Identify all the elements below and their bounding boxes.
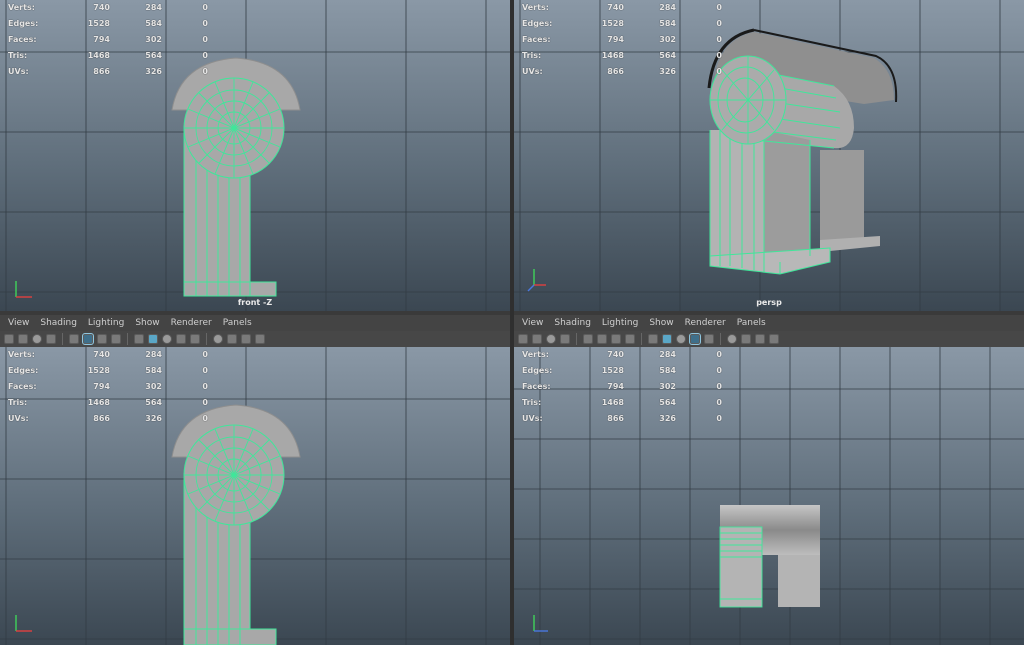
toolbar-divider — [576, 333, 577, 345]
grid-icon[interactable] — [583, 334, 593, 344]
panel-menubar: View Shading Lighting Show Renderer Pane… — [514, 315, 1024, 331]
axis-gizmo-icon — [15, 615, 32, 632]
viewport-side[interactable]: Verts: 740 284 0 Edges: 1528 584 0 Faces: 794 30… — [514, 347, 1024, 645]
toolbar-divider — [720, 333, 721, 345]
poly-count-hud: Verts: 740 284 0 Edges: 1528 584 0 Faces: 794 30… — [8, 350, 208, 423]
axis-gizmo-icon — [527, 269, 546, 292]
smooth-shade-icon[interactable] — [611, 334, 621, 344]
lock-icon[interactable] — [18, 334, 28, 344]
menu-panels[interactable]: Panels — [737, 318, 766, 328]
bookmark-icon[interactable] — [546, 334, 556, 344]
sphere-icon[interactable] — [727, 334, 737, 344]
exposure-icon[interactable] — [769, 334, 779, 344]
toolbar-divider — [62, 333, 63, 345]
film-gate-icon[interactable] — [227, 334, 237, 344]
axis-gizmo-icon — [533, 615, 548, 632]
panel-toolbar — [0, 331, 510, 348]
exposure-icon[interactable] — [255, 334, 265, 344]
grid-icon[interactable] — [69, 334, 79, 344]
texture-icon[interactable] — [625, 334, 635, 344]
wireframe-icon[interactable] — [597, 334, 607, 344]
texture-icon[interactable] — [111, 334, 121, 344]
toolbar-divider — [127, 333, 128, 345]
viewport-front[interactable]: Verts: 740 284 0 Edges: 1528 584 0 Faces: 794 30… — [0, 0, 510, 311]
bookmark-icon[interactable] — [32, 334, 42, 344]
pen-icon[interactable] — [560, 334, 570, 344]
menu-renderer[interactable]: Renderer — [685, 318, 726, 328]
viewport-front-2[interactable]: Verts: 740 284 0 Edges: 1528 584 0 Faces: 794 30… — [0, 347, 510, 645]
menu-show[interactable]: Show — [135, 318, 159, 328]
poly-count-hud: Verts: 740 284 0 Edges: 1528 584 0 Faces: 794 30… — [522, 3, 722, 76]
poly-count-hud: Verts: 740 284 0 Edges: 1528 584 0 Faces: 794 30… — [8, 3, 208, 76]
resolution-icon[interactable] — [704, 334, 714, 344]
menu-panels[interactable]: Panels — [223, 318, 252, 328]
pen-icon[interactable] — [46, 334, 56, 344]
panel-divider[interactable] — [510, 0, 514, 645]
sphere-icon[interactable] — [213, 334, 223, 344]
film-gate-icon[interactable] — [741, 334, 751, 344]
gamma-icon[interactable] — [755, 334, 765, 344]
gamma-icon[interactable] — [241, 334, 251, 344]
menu-shading[interactable]: Shading — [40, 318, 77, 328]
camera-label: front -Z — [237, 298, 273, 307]
light-icon[interactable] — [648, 334, 658, 344]
shadow-icon[interactable] — [662, 334, 672, 344]
light-icon[interactable] — [134, 334, 144, 344]
shadow-icon[interactable] — [148, 334, 158, 344]
camera-icon[interactable] — [4, 334, 14, 344]
toolbar-divider — [641, 333, 642, 345]
toolbar-divider — [206, 333, 207, 345]
resolution-icon[interactable] — [190, 334, 200, 344]
menu-lighting[interactable]: Lighting — [602, 318, 638, 328]
smooth-shade-icon[interactable] — [97, 334, 107, 344]
camera-icon[interactable] — [518, 334, 528, 344]
menu-view[interactable]: View — [8, 318, 29, 328]
viewport-persp[interactable]: Verts: 740 284 0 Edges: 1528 584 0 Faces: 794 30… — [514, 0, 1024, 311]
menu-shading[interactable]: Shading — [554, 318, 591, 328]
menu-lighting[interactable]: Lighting — [88, 318, 124, 328]
menu-show[interactable]: Show — [649, 318, 673, 328]
lock-icon[interactable] — [532, 334, 542, 344]
panel-menubar: View Shading Lighting Show Renderer Pane… — [0, 315, 510, 331]
menu-renderer[interactable]: Renderer — [171, 318, 212, 328]
menu-view[interactable]: View — [522, 318, 543, 328]
camera-label: persp — [756, 298, 782, 307]
xray-icon[interactable] — [676, 334, 686, 344]
isolate-icon[interactable] — [176, 334, 186, 344]
wireframe-icon[interactable] — [82, 333, 94, 345]
xray-icon[interactable] — [162, 334, 172, 344]
poly-count-hud: Verts: 740 284 0 Edges: 1528 584 0 Faces: 794 30… — [522, 350, 722, 423]
isolate-icon[interactable] — [689, 333, 701, 345]
panel-toolbar — [514, 331, 1024, 348]
